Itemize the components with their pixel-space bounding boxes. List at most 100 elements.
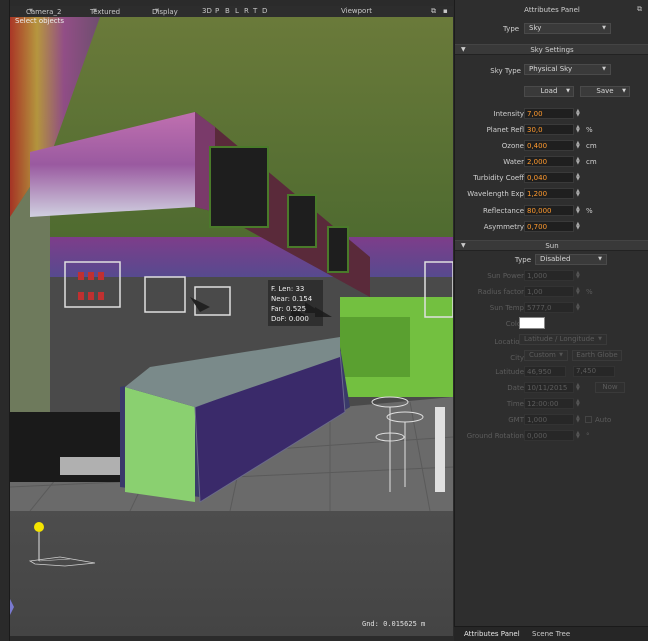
water-field[interactable]: 2,000	[524, 156, 574, 167]
water-row: Water 2,000 ▲ ▼ cm	[503, 156, 597, 167]
color-row: Color	[505, 320, 524, 328]
longitude-field[interactable]: 7,450	[573, 366, 615, 377]
sun-power-row: Sun Power 1,000 ▲ ▼	[487, 270, 580, 281]
ground-render	[10, 522, 96, 615]
ground-rotation-field[interactable]: 0,000	[524, 430, 574, 441]
latitude-field[interactable]: 46,950	[524, 366, 566, 377]
spinner-icon[interactable]: ▲ ▼	[576, 173, 580, 182]
sun-temp-field[interactable]: 5777,0	[524, 302, 574, 313]
chevron-down-icon: ▼	[155, 8, 159, 14]
spinner-icon[interactable]: ▲ ▼	[576, 415, 580, 424]
type-value: Sky	[529, 24, 542, 32]
sky-type-value: Physical Sky	[529, 65, 573, 73]
chevron-down-icon: ▼	[29, 8, 33, 14]
ground-plane	[10, 511, 453, 636]
chevron-down-icon: ▼	[598, 336, 602, 342]
gmt-field[interactable]: 1,000	[524, 414, 574, 425]
dof-text: DoF: 0.000	[271, 315, 309, 323]
load-button[interactable]: Load ▼	[524, 86, 574, 97]
tab-attributes-panel[interactable]: Attributes Panel	[464, 630, 520, 638]
sun-type-label: Type	[514, 256, 531, 264]
spinner-icon[interactable]: ▲ ▼	[576, 431, 580, 440]
ground-rotation-row: Ground Rotation 0,000 ▲ ▼ °	[466, 430, 590, 441]
scene-render	[10, 17, 453, 511]
ozone-row: Ozone 0,400 ▲ ▼ cm	[501, 140, 597, 151]
turbidity-field[interactable]: 0,040	[524, 172, 574, 183]
location-dropdown[interactable]: Latitude / Longitude ▼	[519, 334, 607, 345]
sky-settings-title: Sky Settings	[530, 46, 574, 54]
panel-title: Attributes Panel	[524, 6, 580, 14]
viewport-title: Viewport	[341, 7, 372, 15]
axis-l-button[interactable]: L	[235, 7, 239, 15]
intensity-row: Intensity 7,00 ▲ ▼	[493, 108, 580, 119]
earth-globe-button[interactable]: Earth Globe	[572, 350, 622, 361]
tab-scene-tree[interactable]: Scene Tree	[532, 630, 570, 638]
near-text: Near: 0.154	[271, 295, 313, 303]
turbidity-row: Turbidity Coeff 0,040 ▲ ▼	[473, 172, 580, 183]
axis-r-button[interactable]: R	[244, 7, 249, 15]
close-icon[interactable]: ▪	[443, 7, 448, 15]
asymmetry-field[interactable]: 0,700	[524, 221, 574, 232]
spinner-icon[interactable]: ▲ ▼	[576, 222, 580, 231]
viewport-3d[interactable]	[10, 17, 453, 511]
spinner-icon[interactable]: ▲ ▼	[576, 287, 580, 296]
date-field[interactable]: 10/11/2015	[524, 382, 574, 393]
sun-header[interactable]: ▼ Sun	[455, 240, 648, 251]
spinner-icon[interactable]: ▲ ▼	[576, 189, 580, 198]
sun-power-field[interactable]: 1,000	[524, 270, 574, 281]
time-row: Time 12:00:00 ▲ ▼	[506, 398, 580, 409]
axis-t-button[interactable]: T	[253, 7, 257, 15]
axis-p-button[interactable]: P	[215, 7, 219, 15]
type-dropdown[interactable]: Sky ▼	[524, 23, 611, 34]
save-button[interactable]: Save ▼	[580, 86, 630, 97]
sky-settings-header[interactable]: ▼ Sky Settings	[455, 44, 648, 55]
grid-scale-readout: Gnd: 0.015625 m	[362, 620, 426, 628]
sun-type-value: Disabled	[540, 255, 571, 263]
wavelength-field[interactable]: 1,200	[524, 188, 574, 199]
undock-icon[interactable]: ⧉	[637, 5, 642, 14]
wavelength-row: Wavelength Exp 1,200 ▲ ▼	[467, 188, 580, 199]
planet-refl-field[interactable]: 30,0	[524, 124, 574, 135]
now-button[interactable]: Now	[595, 382, 625, 393]
sun-type-dropdown[interactable]: Disabled ▼	[535, 254, 607, 265]
spinner-icon[interactable]: ▲ ▼	[576, 141, 580, 150]
sky-type-dropdown[interactable]: Physical Sky ▼	[524, 64, 611, 75]
left-toolbar-strip	[0, 0, 10, 641]
chevron-down-icon: ▼	[93, 8, 97, 14]
spinner-icon[interactable]: ▲ ▼	[576, 383, 580, 392]
gmt-row: GMT 1,000 ▲ ▼	[508, 414, 580, 425]
chevron-down-icon: ▼	[559, 352, 563, 358]
intensity-field[interactable]: 7,00	[524, 108, 574, 119]
auto-checkbox[interactable]	[585, 416, 592, 423]
sun-title: Sun	[545, 242, 559, 250]
ozone-field[interactable]: 0,400	[524, 140, 574, 151]
maximize-icon[interactable]: ⧉	[431, 7, 436, 16]
spinner-icon[interactable]: ▲ ▼	[576, 399, 580, 408]
spinner-icon[interactable]: ▲ ▼	[576, 125, 580, 134]
axis-b-button[interactable]: B	[225, 7, 230, 15]
reflectance-field[interactable]: 80,000	[524, 205, 574, 216]
axis-3d-button[interactable]: 3D	[202, 7, 212, 15]
axis-d-button[interactable]: D	[262, 7, 267, 15]
spinner-icon[interactable]: ▲ ▼	[576, 206, 580, 215]
viewport-toolbar: Camera_2 ▼ Textured ▼ Display ▼ 3D P B L R …	[10, 6, 453, 17]
spinner-icon[interactable]: ▲ ▼	[576, 271, 580, 280]
sky-type-label: Sky Type	[490, 67, 521, 75]
time-field[interactable]: 12:00:00	[524, 398, 574, 409]
camera-info-overlay: F. Len: 33 Near: 0.154 Far: 0.525 DoF: 0…	[271, 284, 312, 324]
radius-factor-row: Radius factor 1,00 ▲ ▼%	[477, 286, 593, 297]
spinner-icon[interactable]: ▲ ▼	[576, 303, 580, 312]
sun-light-icon	[34, 522, 44, 532]
auto-label: Auto	[595, 416, 612, 424]
latitude-row: Latitude 46,950	[455, 366, 648, 378]
far-text: Far: 0.525	[271, 305, 307, 313]
radius-factor-field[interactable]: 1,00	[524, 286, 574, 297]
attributes-panel: Attributes Panel ⧉ Type Sky ▼ ▼ Sky Setti…	[454, 0, 648, 641]
color-swatch[interactable]	[519, 317, 545, 329]
spinner-icon[interactable]: ▲ ▼	[576, 109, 580, 118]
spinner-icon[interactable]: ▲ ▼	[576, 157, 580, 166]
city-dropdown[interactable]: Custom ▼	[524, 350, 568, 361]
chevron-down-icon: ▼	[602, 66, 606, 72]
type-label: Type	[503, 25, 520, 33]
planet-refl-row: Planet Refl 30,0 ▲ ▼%	[486, 124, 593, 135]
